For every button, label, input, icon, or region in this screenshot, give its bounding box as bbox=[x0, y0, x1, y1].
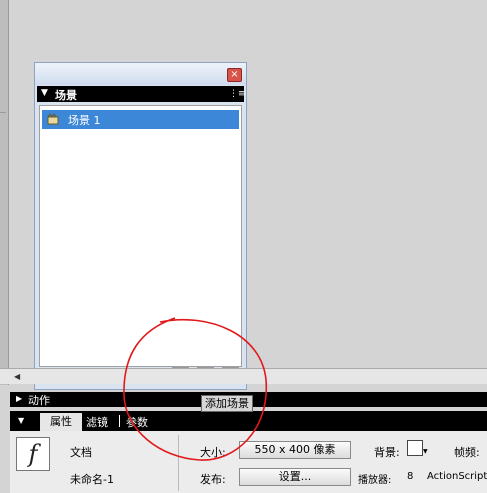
frame-rate-label: 帧频: bbox=[454, 446, 480, 459]
clapperboard-icon bbox=[47, 113, 59, 125]
document-type-label: 文档 bbox=[70, 446, 92, 459]
player-version: 8 bbox=[407, 471, 414, 482]
background-color-swatch[interactable] bbox=[407, 440, 423, 456]
divider bbox=[178, 435, 179, 491]
properties-tab-bar: ▼ 属性 滤镜 参数 bbox=[10, 411, 487, 431]
publish-settings-button[interactable]: 设置... bbox=[239, 468, 351, 486]
background-label: 背景: bbox=[374, 446, 400, 459]
size-label: 大小: bbox=[200, 446, 226, 459]
scroll-left-icon[interactable]: ◀ bbox=[14, 372, 20, 381]
workspace-left-edge bbox=[0, 0, 9, 385]
scene-list: 场景 1 bbox=[39, 105, 242, 367]
panel-title: 场景 bbox=[55, 89, 77, 102]
document-size-button[interactable]: 550 x 400 像素 bbox=[239, 441, 351, 459]
horizontal-scrollbar[interactable]: ◀ bbox=[0, 368, 487, 384]
list-item[interactable]: 场景 1 bbox=[42, 110, 239, 129]
properties-panel: f 文档 未命名-1 大小: 550 x 400 像素 背景: ▼ 帧频: 发布… bbox=[10, 431, 487, 493]
panel-titlebar[interactable]: × bbox=[35, 63, 246, 85]
tab-parameters[interactable]: 参数 bbox=[126, 414, 148, 430]
flash-document-icon: f bbox=[16, 437, 50, 471]
player-label: 播放器: bbox=[358, 475, 392, 486]
scene-panel: × ▼ 场景 ⋮≡ 场景 1 + bbox=[34, 62, 247, 390]
close-icon[interactable]: × bbox=[227, 68, 242, 82]
actions-panel-label: 动作 bbox=[28, 394, 50, 407]
panel-header[interactable]: ▼ 场景 ⋮≡ bbox=[37, 86, 246, 102]
publish-label: 发布: bbox=[200, 473, 226, 486]
actionscript-label: ActionScript bbox=[427, 471, 487, 482]
collapse-arrow-icon[interactable]: ▼ bbox=[18, 416, 24, 425]
add-scene-tooltip: 添加场景 bbox=[201, 395, 253, 412]
panel-menu-icon[interactable]: ⋮≡ bbox=[229, 88, 246, 100]
tab-separator bbox=[119, 415, 120, 427]
divider bbox=[0, 112, 6, 113]
tab-properties[interactable]: 属性 bbox=[40, 413, 82, 431]
chevron-down-icon[interactable]: ▼ bbox=[423, 448, 428, 455]
document-name: 未命名-1 bbox=[70, 473, 114, 486]
tab-filters[interactable]: 滤镜 bbox=[86, 414, 108, 430]
expand-arrow-icon[interactable]: ▶ bbox=[16, 394, 22, 403]
collapse-arrow-icon[interactable]: ▼ bbox=[41, 88, 48, 98]
scene-label: 场景 1 bbox=[68, 114, 101, 127]
